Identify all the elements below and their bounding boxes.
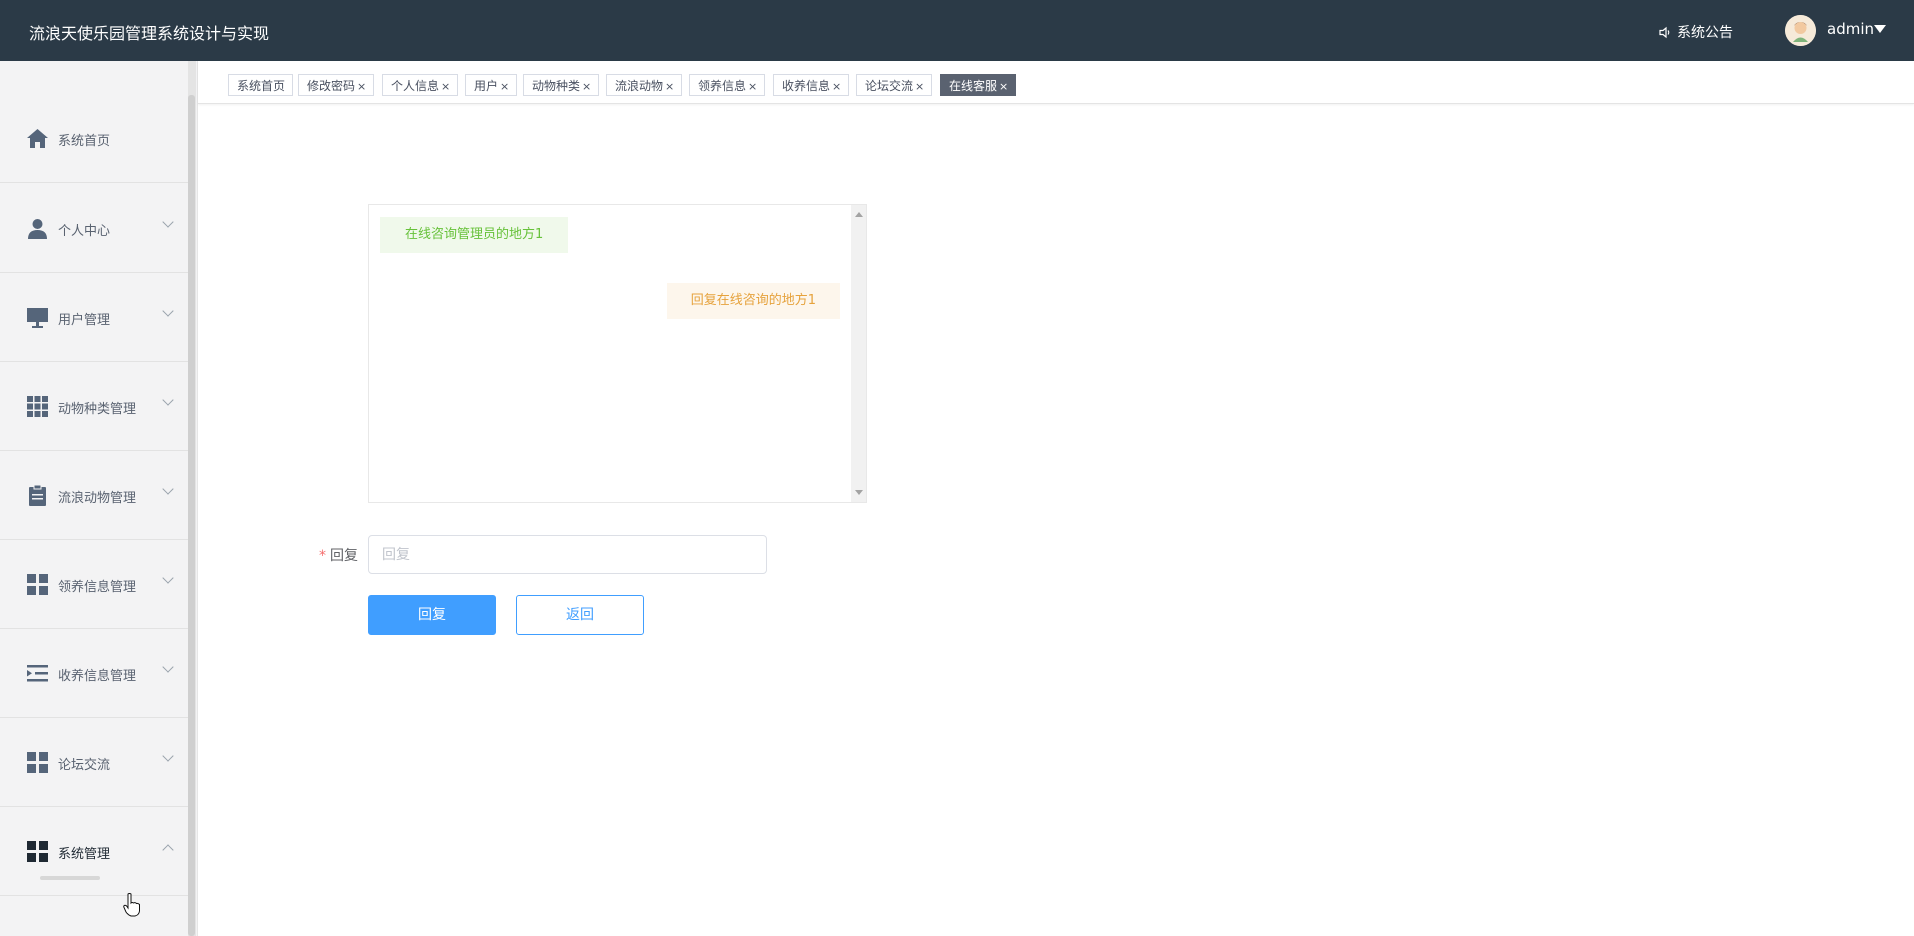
tab-label: 动物种类: [532, 79, 581, 93]
close-icon[interactable]: ×: [748, 80, 757, 93]
tab-label: 流浪动物: [615, 79, 664, 93]
clipboard-icon: [29, 484, 46, 506]
reply-input[interactable]: [368, 535, 767, 574]
tab-personal-info[interactable]: 个人信息 ×: [382, 74, 459, 96]
monitor-icon: [27, 308, 48, 328]
chevron-up-icon: [162, 844, 174, 856]
sidebar-item-forum[interactable]: 论坛交流: [0, 717, 196, 807]
scroll-up-arrow-icon[interactable]: [855, 212, 863, 217]
sidebar-item-label: 论坛交流: [58, 758, 111, 773]
apps-icon: [27, 841, 48, 862]
tab-label: 系统首页: [237, 79, 286, 93]
chat-scrollbar[interactable]: [851, 205, 866, 502]
tab-users[interactable]: 用户 ×: [465, 74, 518, 96]
sidebar-item-foster-info[interactable]: 收养信息管理: [0, 628, 196, 718]
tab-online-service[interactable]: 在线客服 ×: [940, 74, 1017, 96]
sidebar-item-personal-center[interactable]: 个人中心: [0, 183, 196, 273]
top-header: 流浪天使乐园管理系统设计与实现 系统公告 admin: [0, 0, 1914, 61]
app-title: 流浪天使乐园管理系统设计与实现: [29, 24, 270, 43]
user-icon: [28, 219, 47, 239]
close-icon[interactable]: ×: [441, 80, 450, 93]
speaker-icon: [1659, 26, 1670, 38]
tab-bar: 系统首页 修改密码 × 个人信息 × 用户 × 动物种类 × 流浪动物 × 领养信息 × 收…: [198, 61, 1914, 104]
sidebar-scrollbar-thumb[interactable]: [188, 95, 195, 936]
tab-label: 修改密码: [307, 79, 356, 93]
required-mark: *: [319, 548, 326, 564]
chevron-down-icon: [162, 750, 174, 762]
sidebar-item-label: 用户管理: [58, 313, 111, 328]
close-icon[interactable]: ×: [665, 80, 674, 93]
sidebar-item-label: 系统管理: [58, 847, 111, 862]
chat-message-admin-reply: 回复在线咨询的地方1: [666, 283, 840, 319]
sidebar-item-label: 收养信息管理: [58, 669, 137, 684]
grid-icon: [27, 396, 48, 417]
tab-change-password[interactable]: 修改密码 ×: [298, 74, 375, 96]
close-icon[interactable]: ×: [999, 80, 1008, 93]
avatar-image: [1785, 15, 1816, 46]
caret-down-icon[interactable]: [1874, 25, 1886, 33]
sidebar-item-home[interactable]: 系统首页: [0, 93, 196, 183]
chevron-down-icon: [162, 483, 174, 495]
home-icon: [27, 129, 48, 148]
chevron-down-icon: [162, 216, 174, 228]
chevron-down-icon: [162, 305, 174, 317]
close-icon[interactable]: ×: [357, 80, 366, 93]
system-notice-link[interactable]: 系统公告: [1659, 22, 1733, 42]
username[interactable]: admin: [1827, 20, 1874, 38]
sidebar-item-label: 系统首页: [58, 134, 111, 149]
close-icon[interactable]: ×: [915, 80, 924, 93]
tab-label: 收养信息: [782, 79, 831, 93]
reply-label-text: 回复: [330, 548, 358, 564]
sidebar-item-system-management[interactable]: 系统管理: [0, 806, 196, 896]
sidebar-item-stray-animals[interactable]: 流浪动物管理: [0, 450, 196, 540]
tab-label: 用户: [474, 79, 499, 93]
chat-message-user: 在线咨询管理员的地方1: [380, 217, 569, 253]
reply-field-label: * 回复: [319, 545, 358, 565]
sidebar-item-users[interactable]: 用户管理: [0, 272, 196, 362]
back-button[interactable]: 返回: [516, 595, 644, 635]
hand-cursor-icon: [123, 893, 140, 917]
tab-stray-animals[interactable]: 流浪动物 ×: [606, 74, 683, 96]
chevron-down-icon: [162, 661, 174, 673]
tab-label: 在线客服: [949, 79, 998, 93]
chevron-down-icon: [162, 394, 174, 406]
close-icon[interactable]: ×: [832, 80, 841, 93]
tab-forum[interactable]: 论坛交流 ×: [856, 74, 933, 96]
close-icon[interactable]: ×: [582, 80, 591, 93]
list-indent-icon: [27, 665, 48, 682]
tab-label: 领养信息: [698, 79, 747, 93]
sidebar-item-label: 动物种类管理: [58, 402, 137, 417]
tab-adoption-info[interactable]: 领养信息 ×: [689, 74, 766, 96]
tab-label: 个人信息: [391, 79, 440, 93]
reply-submit-button[interactable]: 回复: [368, 595, 496, 635]
chevron-down-icon: [162, 572, 174, 584]
tab-animal-types[interactable]: 动物种类 ×: [523, 74, 600, 96]
submenu-partial-item[interactable]: [40, 876, 100, 880]
tab-label: 论坛交流: [865, 79, 914, 93]
notice-label: 系统公告: [1677, 25, 1733, 41]
close-icon[interactable]: ×: [500, 80, 509, 93]
tab-foster-info[interactable]: 收养信息 ×: [773, 74, 850, 96]
avatar[interactable]: [1785, 15, 1816, 46]
sidebar: 系统首页 个人中心 用户管理 动物种类管理 流浪动物管理 领养信息管理 收养信息…: [0, 61, 198, 936]
sidebar-item-adoption-info[interactable]: 领养信息管理: [0, 539, 196, 629]
dashboard-icon: [27, 574, 48, 595]
sidebar-item-animal-types[interactable]: 动物种类管理: [0, 361, 196, 451]
sidebar-item-label: 个人中心: [58, 224, 111, 239]
dashboard-icon: [27, 752, 48, 773]
sidebar-item-label: 流浪动物管理: [58, 491, 137, 506]
chat-window[interactable]: 在线咨询管理员的地方1 回复在线咨询的地方1: [368, 204, 867, 503]
scroll-down-arrow-icon[interactable]: [855, 490, 863, 495]
tab-home[interactable]: 系统首页: [228, 74, 294, 96]
sidebar-item-label: 领养信息管理: [58, 580, 137, 595]
